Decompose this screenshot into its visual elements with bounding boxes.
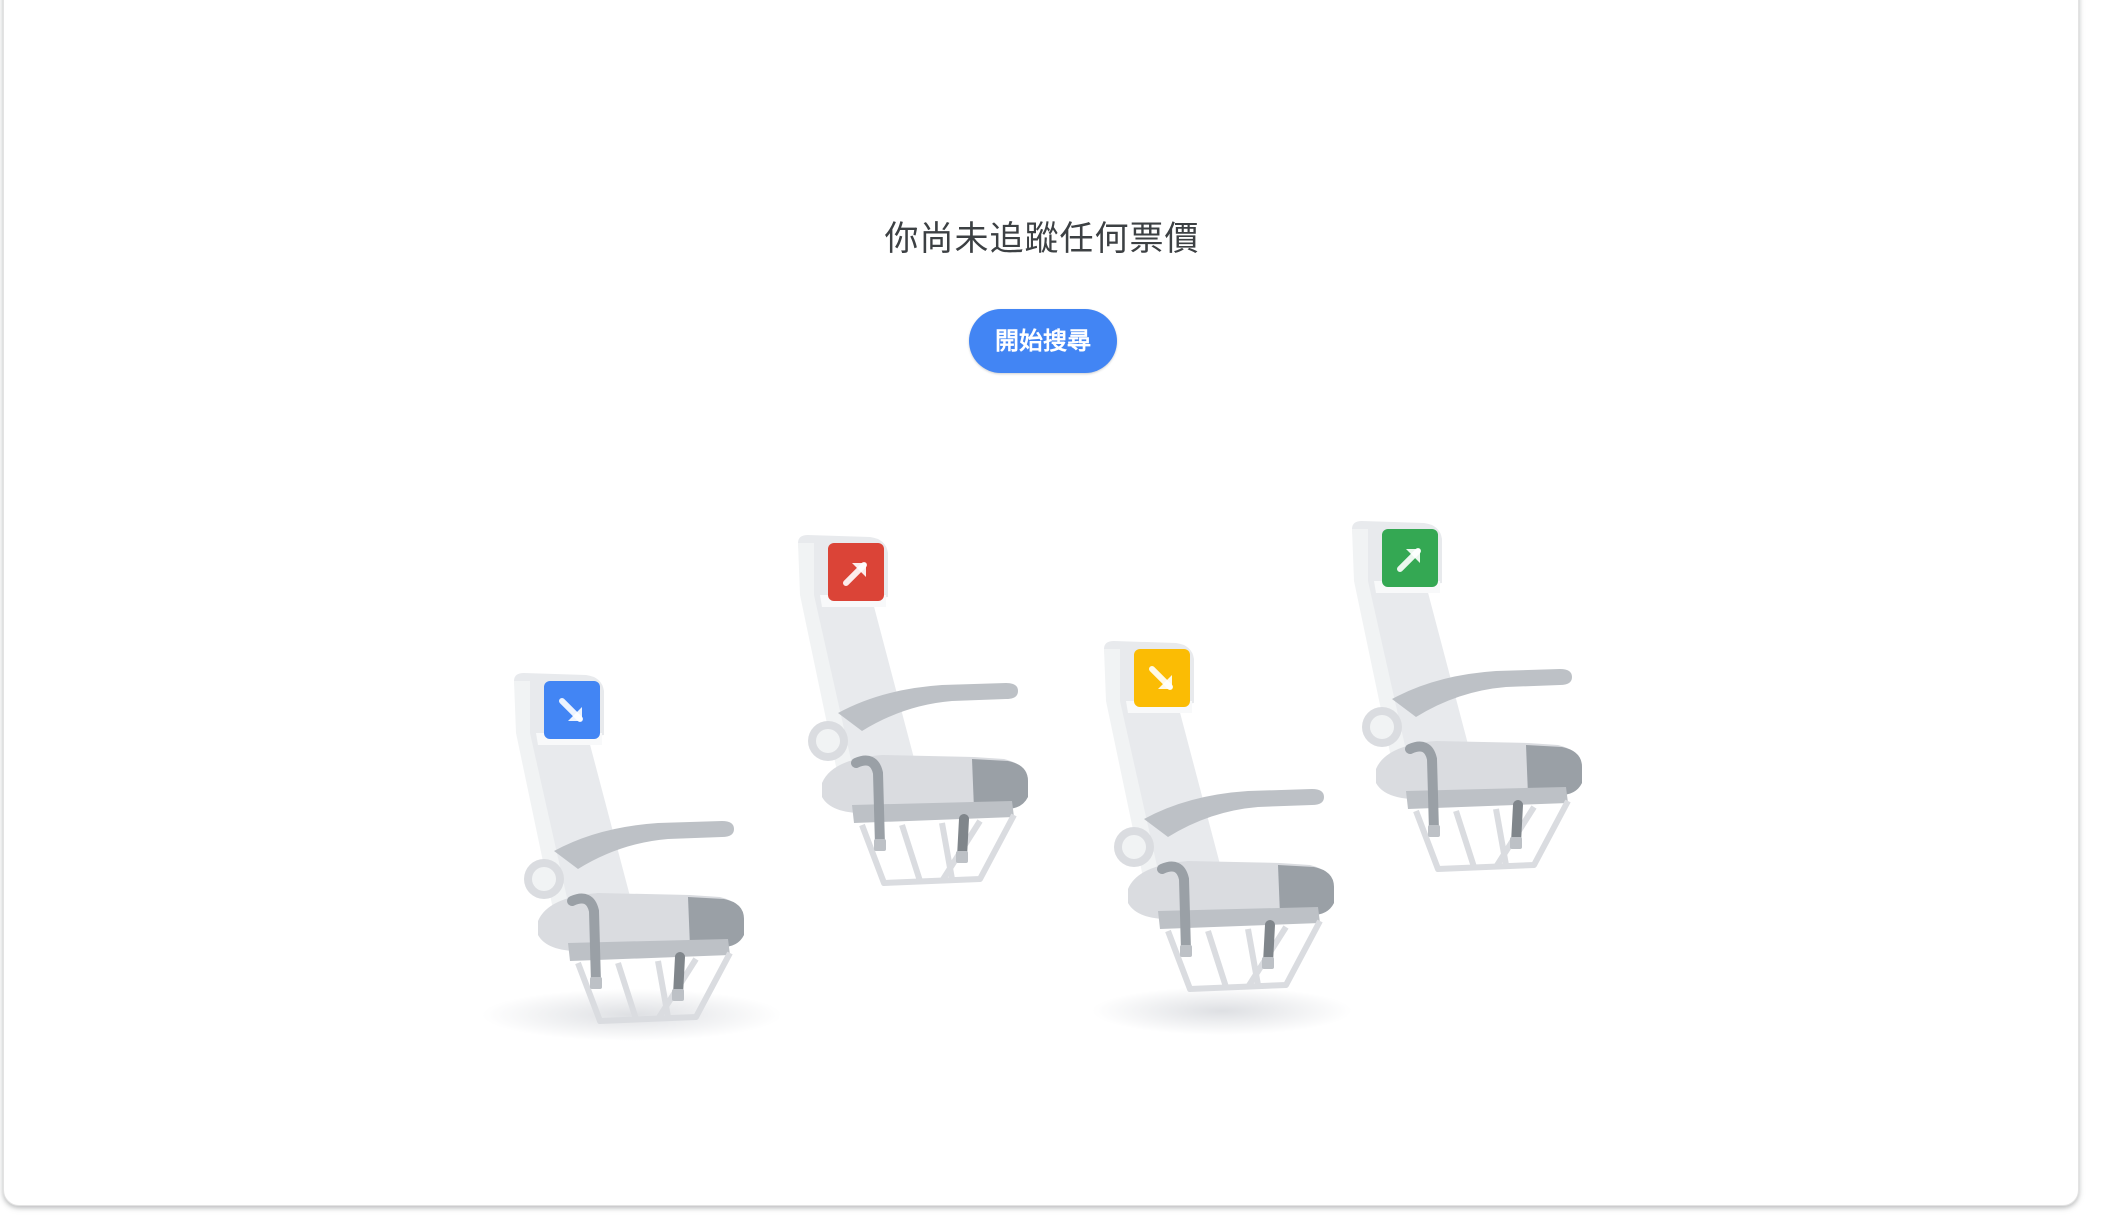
seat-red bbox=[798, 535, 1028, 883]
tracked-prices-panel: 你尚未追蹤任何票價 開始搜尋 bbox=[3, 0, 2079, 1206]
arrow-down-right-icon bbox=[562, 701, 582, 721]
seat-shadow bbox=[1092, 987, 1352, 1035]
seat-yellow bbox=[1104, 641, 1334, 989]
empty-state-title: 你尚未追蹤任何票價 bbox=[884, 219, 1200, 259]
seat-green bbox=[1352, 521, 1582, 869]
arrow-up-right-icon bbox=[1400, 549, 1420, 569]
airplane-seats-illustration bbox=[482, 0, 2080, 1041]
headrest-badge-green bbox=[1382, 529, 1438, 587]
headrest-badge-yellow bbox=[1134, 649, 1190, 707]
seat-shadow bbox=[482, 989, 782, 1041]
headrest-badge-red bbox=[828, 543, 884, 601]
arrow-up-right-icon bbox=[846, 563, 866, 583]
seat-blue bbox=[514, 673, 744, 1021]
headrest-badge-blue bbox=[544, 681, 600, 739]
arrow-down-right-icon bbox=[1152, 669, 1172, 689]
start-search-button[interactable]: 開始搜尋 bbox=[969, 309, 1117, 373]
